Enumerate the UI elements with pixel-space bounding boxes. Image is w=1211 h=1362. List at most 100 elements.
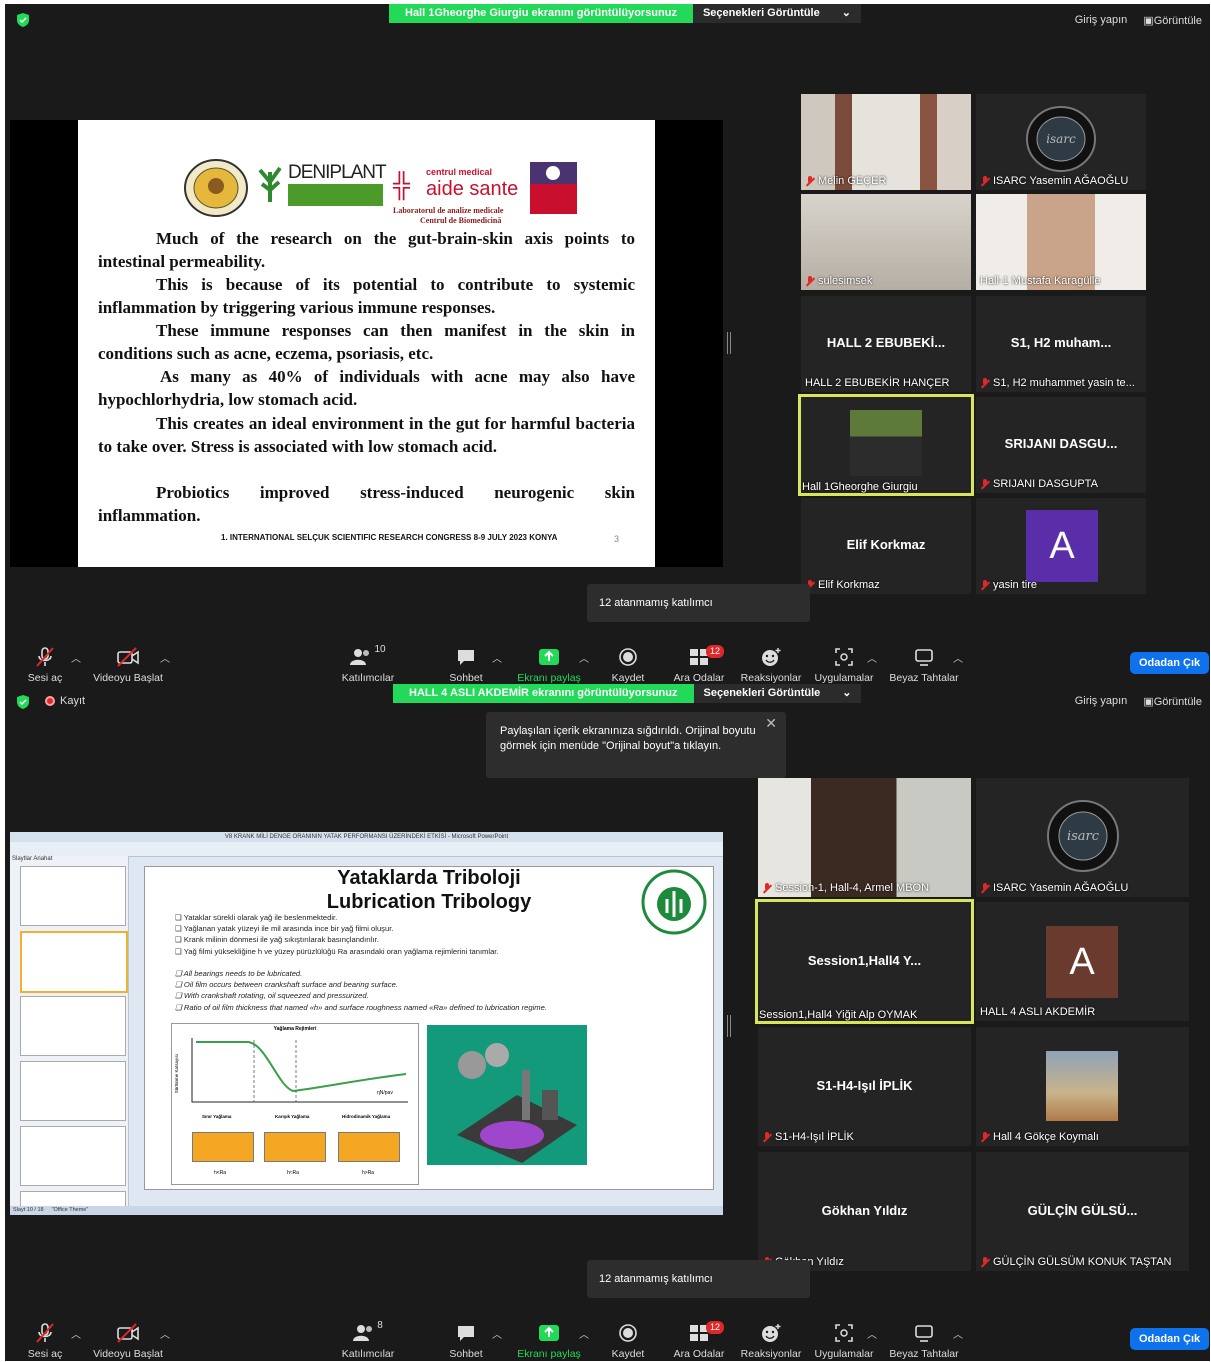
mic-muted-icon [805,275,815,287]
unassigned-participants-tooltip: 12 atanmamış katılımcı [587,1260,810,1298]
chat-label: Sohbet [449,672,483,684]
chevron-up-icon[interactable]: ︿ [953,650,963,665]
start-video-button[interactable]: Videoyu Başlat [88,1320,168,1360]
participants-label: Katılımcılar [341,1348,395,1360]
ppt-slide-thumb[interactable] [20,1126,126,1186]
participant-tile[interactable]: SRIJANI DASGU... SRIJANI DASGUPTA [976,397,1146,493]
mic-muted-icon [762,1131,772,1143]
ppt-slide-thumb[interactable] [20,996,126,1056]
whiteboards-button[interactable]: Beyaz Tahtalar [884,644,964,684]
reactions-button[interactable]: Reaksiyonlar [731,644,811,684]
participant-name: ISARC Yasemin AĞAOĞLU [980,175,1128,187]
isarc-logo: isarc [1047,800,1119,872]
sign-in-link[interactable]: Giriş yapın [1075,695,1128,708]
breakout-rooms-button[interactable]: 12 Ara Odalar [659,1320,739,1360]
participant-tile[interactable]: Session-1, Hall-4, Armel MBON [758,778,971,897]
chevron-up-icon[interactable]: ︿ [953,1326,963,1341]
participant-tile[interactable]: Elif Korkmaz Elif Korkmaz [801,498,971,594]
chevron-up-icon[interactable]: ︿ [492,1326,502,1341]
participant-name-label: HALL 4 ASLI AKDEMİR [980,1006,1096,1018]
mic-muted-icon [980,175,990,187]
participant-name: ISARC Yasemin AĞAOĞLU [980,882,1128,894]
view-options-button[interactable]: Seçenekleri Görüntüle ⌄ [693,684,862,703]
breakout-rooms-label: Ara Odalar [673,672,725,684]
view-button[interactable]: Görüntüle [1143,14,1202,27]
mic-muted-icon [980,579,990,591]
participant-tile-active-speaker[interactable]: Session1,Hall4 Y... Session1,Hall4 Yiğit… [755,899,974,1024]
share-banner: Hall 1Gheorghe Giurgiu ekranını görüntül… [389,4,861,23]
ppt-slide-thumb[interactable] [20,866,126,926]
reactions-icon [762,648,781,666]
profile-photo [1046,1051,1118,1121]
participant-name-label: S1, H2 muhammet yasin te... [993,377,1135,389]
chevron-up-icon[interactable]: ︿ [160,1326,170,1341]
view-options-button[interactable]: Seçenekleri Görüntüle ⌄ [692,4,861,23]
split-handle[interactable] [727,1015,731,1037]
participant-name: Hall-1 Mustafa Karagülle [980,275,1100,287]
share-screen-button[interactable]: Ekranı paylaş [509,1320,589,1360]
participant-name: Hall 1Gheorghe Giurgiu [802,481,918,493]
participant-tile[interactable]: S1-H4-Işıl İPLİK S1-H4-Işıl İPLİK [758,1027,971,1146]
participant-tile[interactable]: Melin GEÇER [801,94,971,190]
whiteboard-icon [915,1325,933,1342]
participant-tile[interactable]: A yasin tire [976,498,1146,594]
participant-tile[interactable]: Gökhan Yıldız Gökhan Yıldız [758,1152,971,1271]
participants-button[interactable]: 10 Katılımcılar [328,644,408,684]
leave-room-button[interactable]: Odadan Çık [1130,1328,1210,1350]
whiteboard-icon [915,649,933,666]
split-handle[interactable] [727,332,731,354]
view-button[interactable]: Görüntüle [1143,695,1202,708]
participant-display-name: Session1,Hall4 Y... [807,952,922,968]
university-seal-logo [184,159,248,217]
participant-tile[interactable]: GÜLÇİN GÜLSÜ... GÜLÇİN GÜLSÜM KONUK TAŞT… [976,1152,1189,1271]
chevron-up-icon[interactable]: ︿ [71,1326,81,1341]
participant-tile[interactable]: Hall 4 Gökçe Koymalı [976,1027,1189,1146]
chat-icon [458,1326,474,1341]
participant-name-label: HALL 2 EBUBEKİR HANÇER [805,377,950,389]
ppt-ribbon [10,842,723,857]
chevron-up-icon[interactable]: ︿ [160,650,170,665]
participant-tile[interactable]: isarc ISARC Yasemin AĞAOĞLU [976,94,1146,190]
chevron-up-icon[interactable]: ︿ [492,650,502,665]
participant-display-name: GÜLÇİN GÜLSÜ... [1027,1202,1138,1218]
ppt-tab-outline[interactable]: Anahat [33,856,52,862]
ppt-tab-slides[interactable]: Slaytlar [12,856,32,862]
participant-tile[interactable]: HALL 2 EBUBEKİ... HALL 2 EBUBEKİR HANÇER [801,296,971,392]
chevron-up-icon[interactable]: ︿ [867,1326,877,1341]
record-button[interactable]: Kaydet [588,1320,668,1360]
participant-name: Session1,Hall4 Yiğit Alp OYMAK [759,1009,917,1021]
bullet-text: Yağ filmi yüksekliğine h ve yüzey pürüzl… [183,946,499,956]
participant-tile[interactable]: isarc ISARC Yasemin AĞAOĞLU [976,778,1189,897]
chevron-up-icon[interactable]: ︿ [867,650,877,665]
leave-room-button[interactable]: Odadan Çık [1130,652,1210,674]
sign-in-link[interactable]: Giriş yapın [1075,14,1128,27]
participant-tile[interactable]: sulesimsek [801,194,971,290]
close-icon[interactable]: ✕ [765,716,777,731]
isarc-logo: isarc [1026,106,1096,172]
share-screen-button[interactable]: Ekranı paylaş [509,644,589,684]
ppt-slide-thumb-selected[interactable] [20,931,128,993]
ppt-slide-thumb[interactable] [20,1191,126,1207]
participant-display-name: SRIJANI DASGU... [1004,436,1118,451]
bullet-tr: ❑ Yataklar sürekli olarak yağ ile beslen… [175,913,338,922]
participant-tile[interactable]: Hall-1 Mustafa Karagülle [976,194,1146,290]
start-video-button[interactable]: Videoyu Başlat [88,644,168,684]
participant-tile[interactable]: A HALL 4 ASLI AKDEMİR [976,902,1189,1021]
whiteboards-label: Beyaz Tahtalar [889,672,959,684]
record-button[interactable]: Kaydet [588,644,668,684]
chat-icon [458,650,474,665]
participants-button[interactable]: 8 Katılımcılar [328,1320,408,1360]
ppt-slide-thumb[interactable] [20,1061,126,1121]
reactions-button[interactable]: Reaksiyonlar [731,1320,811,1360]
shared-screen: DENIPLANT ╬ centrul medical aide sante L… [10,120,723,567]
zoom-window-2: Kayıt HALL 4 ASLI AKDEMİR ekranını görün… [5,684,1210,1361]
chevron-up-icon[interactable]: ︿ [71,650,81,665]
participant-tile-active-speaker[interactable]: Hall 1Gheorghe Giurgiu [798,394,974,496]
participant-tile[interactable]: S1, H2 muham... S1, H2 muhammet yasin te… [976,296,1146,392]
svg-text:isarc: isarc [1067,829,1100,844]
breakout-badge: 12 [706,645,725,658]
participant-name: SRIJANI DASGUPTA [980,478,1098,490]
breakout-rooms-button[interactable]: 12 Ara Odalar [659,644,739,684]
bullet-tr: ❑ Krank milinin dönmesi ile yağ sıkıştır… [175,935,379,945]
whiteboards-button[interactable]: Beyaz Tahtalar [884,1320,964,1360]
